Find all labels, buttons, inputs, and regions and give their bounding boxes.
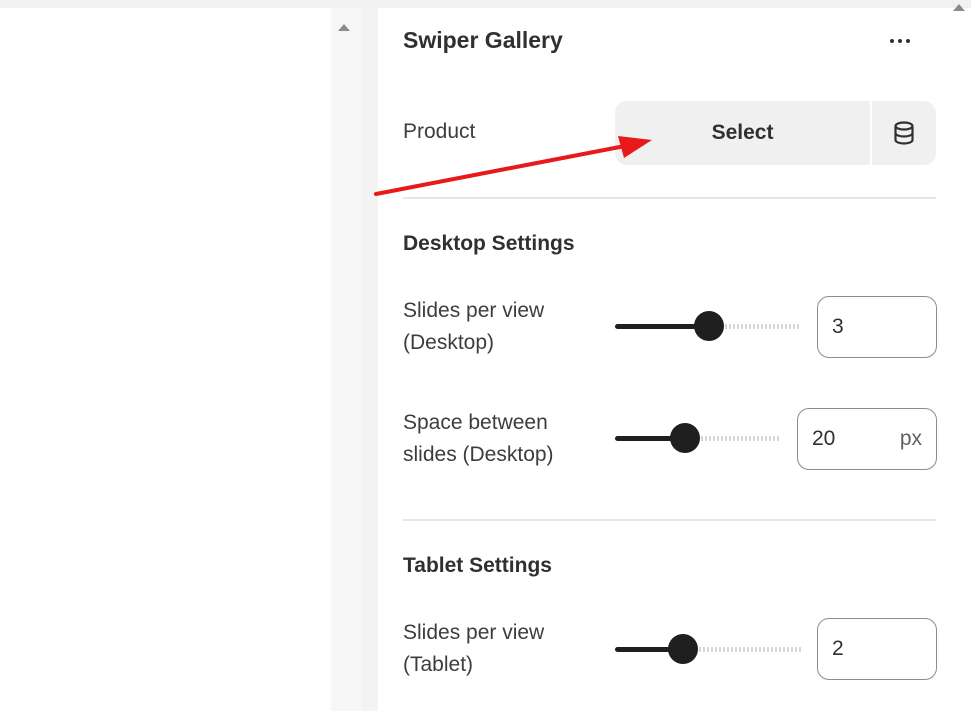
more-options-button[interactable] — [880, 30, 920, 52]
unit-suffix: px — [899, 427, 922, 450]
more-horizontal-icon — [890, 39, 894, 43]
section-divider — [403, 197, 936, 199]
input-value: 2 — [832, 637, 844, 660]
desktop-space-between-input[interactable]: 20 px — [797, 408, 937, 470]
scroll-up-arrow-icon[interactable] — [953, 4, 965, 11]
slider-track — [683, 647, 801, 652]
desktop-slides-per-view-input[interactable]: 3 — [817, 296, 937, 358]
label-line: slides (Desktop) — [403, 443, 554, 466]
desktop-space-between-slider[interactable] — [615, 423, 781, 453]
more-horizontal-icon-dot — [898, 39, 902, 43]
tablet-slides-per-view-input[interactable]: 2 — [817, 618, 937, 680]
panel-gap — [361, 8, 378, 711]
label-line: Slides per view — [403, 621, 545, 644]
select-product-button[interactable]: Select — [615, 101, 870, 165]
desktop-settings-heading: Desktop Settings — [403, 232, 575, 255]
database-icon — [894, 121, 914, 145]
label-line: (Tablet) — [403, 653, 474, 676]
slider-thumb[interactable] — [694, 311, 724, 341]
left-scrollbar[interactable] — [331, 8, 362, 711]
product-picker: Select — [615, 101, 936, 165]
tablet-slides-per-view-slider[interactable] — [615, 634, 801, 664]
left-panel — [0, 8, 331, 711]
slider-thumb[interactable] — [668, 634, 698, 664]
label-line: (Desktop) — [403, 331, 495, 354]
desktop-space-between-label: Space between slides (Desktop) — [403, 407, 554, 471]
section-divider — [403, 519, 936, 521]
dynamic-source-button[interactable] — [870, 101, 936, 165]
product-label: Product — [403, 120, 476, 143]
desktop-slides-per-view-label: Slides per view (Desktop) — [403, 295, 544, 359]
more-horizontal-icon-dot — [906, 39, 910, 43]
panel-title: Swiper Gallery — [403, 27, 563, 53]
label-line: Slides per view — [403, 299, 545, 322]
label-line: Space between — [403, 411, 548, 434]
slider-thumb[interactable] — [670, 423, 700, 453]
scroll-up-arrow-icon[interactable] — [338, 24, 350, 31]
input-value: 3 — [832, 315, 844, 338]
tablet-settings-heading: Tablet Settings — [403, 554, 552, 577]
tablet-slides-per-view-label: Slides per view (Tablet) — [403, 617, 544, 681]
desktop-slides-per-view-slider[interactable] — [615, 311, 801, 341]
input-value: 20 — [812, 427, 836, 450]
